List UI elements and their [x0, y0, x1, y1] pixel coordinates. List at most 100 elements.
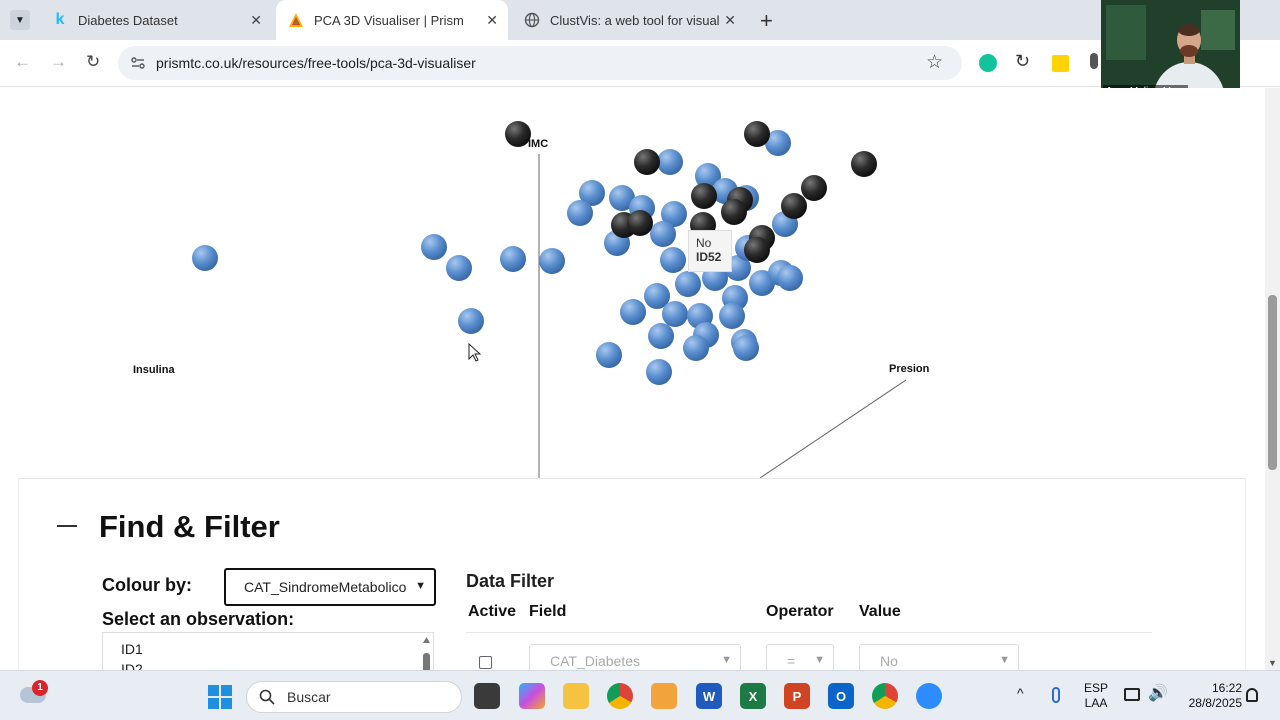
pca-point[interactable]	[646, 359, 672, 385]
collapse-minus-icon[interactable]	[57, 525, 77, 527]
close-tab-icon[interactable]: ✕	[486, 12, 498, 29]
point-tooltip: No ID52	[688, 230, 732, 272]
keyboard-language[interactable]: ESP LAA	[1082, 681, 1110, 711]
forward-arrow-icon[interactable]: →	[50, 52, 67, 72]
page-content: IMC Insulina Presion No ID52 Find & Filt…	[0, 88, 1265, 670]
pca-point[interactable]	[777, 265, 803, 291]
pca-point[interactable]	[781, 193, 807, 219]
microphone-icon[interactable]	[1090, 53, 1098, 69]
mouse-cursor-icon	[468, 342, 482, 362]
webcam-video-overlay: Jose Molina-Mora	[1101, 0, 1240, 100]
clock-time: 16:22	[1211, 681, 1242, 695]
address-bar[interactable]: prismtc.co.uk/resources/free-tools/pca-3…	[118, 46, 962, 80]
back-arrow-icon[interactable]: ←	[14, 52, 31, 72]
notifications-bell-icon[interactable]	[1246, 688, 1258, 702]
pca-point[interactable]	[596, 342, 622, 368]
pca-point[interactable]	[660, 247, 686, 273]
pca-point[interactable]	[662, 301, 688, 327]
windows-taskbar: 1 Buscar W X P O ^ ESP LAA 🔊 16:22 28/8/…	[0, 670, 1280, 720]
taskbar-search-box[interactable]: Buscar	[246, 681, 462, 713]
observation-list[interactable]: ID1 ID2	[102, 632, 434, 670]
microphone-tray-icon[interactable]	[1052, 687, 1060, 703]
tab-diabetes-dataset[interactable]: k Diabetes Dataset ✕	[40, 0, 272, 40]
close-tab-icon[interactable]: ✕	[250, 12, 262, 29]
tab-pca-3d-visualiser[interactable]: PCA 3D Visualiser | Prism ✕	[276, 0, 508, 40]
observation-item[interactable]: ID2	[103, 659, 433, 670]
new-tab-plus-icon[interactable]: +	[760, 8, 773, 34]
pca-point[interactable]	[567, 200, 593, 226]
task-view-icon[interactable]	[474, 683, 500, 709]
filter-field-value: CAT_Diabetes	[550, 653, 641, 669]
filter-value-select[interactable]: No ▼	[859, 644, 1019, 670]
bookmark-star-icon[interactable]: ☆	[926, 51, 943, 74]
pca-point[interactable]	[851, 151, 877, 177]
zoom-icon[interactable]	[916, 683, 942, 709]
filter-field-select[interactable]: CAT_Diabetes ▼	[529, 644, 741, 670]
tab-clustvis[interactable]: ClustVis: a web tool for visualizi ✕	[512, 0, 746, 40]
pca-point[interactable]	[801, 175, 827, 201]
pca-point[interactable]	[683, 335, 709, 361]
file-explorer-icon[interactable]	[563, 683, 589, 709]
pca-point[interactable]	[500, 246, 526, 272]
volume-icon[interactable]: 🔊	[1148, 683, 1168, 703]
pca-point[interactable]	[648, 323, 674, 349]
grammarly-extension-icon[interactable]	[979, 54, 997, 72]
clock[interactable]: 16:22 28/8/2025	[1176, 681, 1242, 711]
network-icon[interactable]	[1124, 688, 1140, 701]
filter-operator-select[interactable]: = ▼	[766, 644, 834, 670]
extension-refresh-icon[interactable]: ↻	[1015, 51, 1030, 72]
show-hidden-icons-chevron-icon[interactable]: ^	[1017, 685, 1024, 701]
pca-points[interactable]	[192, 121, 877, 385]
colour-by-select[interactable]: CAT_SindromeMetabolico ▼	[224, 568, 436, 606]
pca-point[interactable]	[675, 271, 701, 297]
media-player-icon[interactable]	[651, 683, 677, 709]
pca-point[interactable]	[446, 255, 472, 281]
presion-axis-label: Presion	[889, 363, 930, 375]
pca-point[interactable]	[721, 199, 747, 225]
presion-axis-line	[759, 379, 907, 479]
sticky-note-extension-icon[interactable]	[1052, 55, 1069, 72]
pca-3d-plot[interactable]: IMC Insulina Presion No ID52	[0, 88, 1265, 479]
pca-point[interactable]	[744, 121, 770, 147]
pca-point[interactable]	[192, 245, 218, 271]
observation-item[interactable]: ID1	[103, 639, 433, 659]
outlook-icon[interactable]: O	[828, 683, 854, 709]
powerpoint-icon[interactable]: P	[784, 683, 810, 709]
pca-point[interactable]	[733, 335, 759, 361]
pca-point[interactable]	[634, 149, 660, 175]
pca-point[interactable]	[627, 210, 653, 236]
pca-point[interactable]	[650, 221, 676, 247]
page-scrollbar[interactable]: ▼	[1265, 88, 1280, 670]
select-observation-label: Select an observation:	[102, 609, 295, 629]
pca-3d-plot-canvas[interactable]: IMC Insulina Presion	[0, 88, 1265, 479]
word-icon[interactable]: W	[696, 683, 722, 709]
pca-point[interactable]	[744, 237, 770, 263]
copilot-icon[interactable]	[519, 683, 545, 709]
pca-point[interactable]	[505, 121, 531, 147]
pca-point[interactable]	[539, 248, 565, 274]
page-scrollbar-thumb[interactable]	[1268, 295, 1277, 470]
reload-icon[interactable]: ↻	[86, 52, 100, 72]
filter-active-checkbox[interactable]	[479, 656, 492, 669]
site-settings-icon[interactable]	[130, 55, 146, 74]
close-tab-icon[interactable]: ✕	[724, 12, 736, 29]
keyboard-layout: LAA	[1084, 696, 1108, 710]
pca-point[interactable]	[719, 303, 745, 329]
pca-point[interactable]	[421, 234, 447, 260]
imc-axis-label: IMC	[528, 138, 548, 150]
chevron-down-icon: ▼	[814, 654, 825, 666]
scroll-down-arrow-icon[interactable]: ▼	[1268, 658, 1277, 668]
excel-icon[interactable]: X	[740, 683, 766, 709]
pca-point[interactable]	[657, 149, 683, 175]
pca-point[interactable]	[458, 308, 484, 334]
url-text: prismtc.co.uk/resources/free-tools/pca-3…	[156, 55, 476, 71]
windows-start-icon[interactable]	[208, 685, 232, 709]
operator-column-header: Operator	[766, 603, 834, 620]
observation-list-scrollbar[interactable]	[422, 635, 431, 670]
chrome-icon[interactable]	[607, 683, 633, 709]
chrome-profile-icon[interactable]	[872, 683, 898, 709]
pca-point[interactable]	[691, 183, 717, 209]
pca-point[interactable]	[620, 299, 646, 325]
tab-search-dropdown-icon[interactable]: ▼	[10, 10, 30, 30]
tab-title: PCA 3D Visualiser | Prism	[314, 12, 464, 28]
